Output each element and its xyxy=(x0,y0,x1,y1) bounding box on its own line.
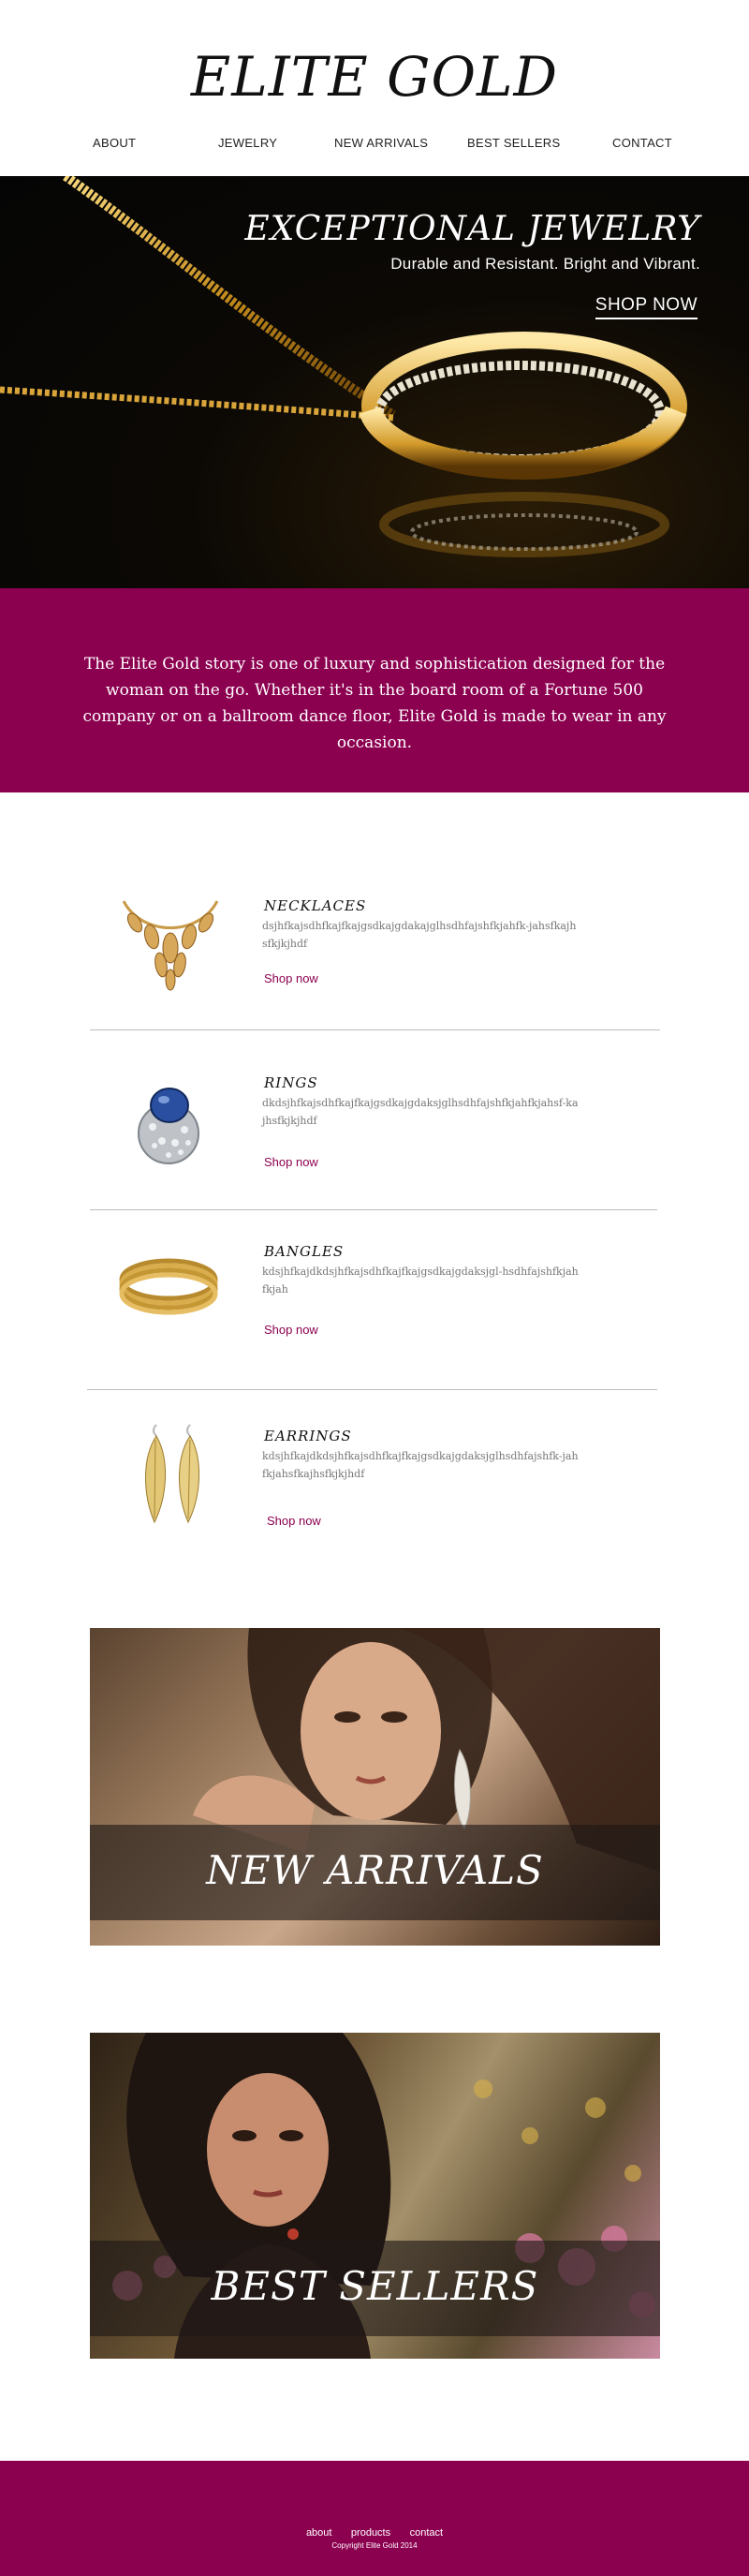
shop-now-link[interactable]: Shop now xyxy=(264,971,318,985)
hero-subtitle: Durable and Resistant. Bright and Vibran… xyxy=(390,255,700,273)
product-description: dsjhfkajsdhfkajfkajgsdkajgdakajglhsdhfaj… xyxy=(262,920,577,950)
product-rings: RINGS dkdsjhfkajsdhfkajfkajgsdkajgdaksjg… xyxy=(89,1068,660,1171)
nav-jewelry[interactable]: JEWELRY xyxy=(218,136,277,150)
product-name: RINGS xyxy=(264,1074,318,1091)
best-sellers-banner[interactable]: BEST SELLERS xyxy=(90,2033,660,2359)
divider xyxy=(90,1029,660,1030)
product-name: BANGLES xyxy=(264,1243,345,1260)
product-earrings: EARRINGS kdsjhfkajdkdsjhfkajsdhfkajfkajg… xyxy=(89,1419,660,1536)
hero-banner: EXCEPTIONAL JEWELRY Durable and Resistan… xyxy=(0,176,749,588)
shop-now-button[interactable]: SHOP NOW xyxy=(595,295,698,319)
main-nav: ABOUT JEWELRY NEW ARRIVALS BEST SELLERS … xyxy=(0,136,749,155)
new-arrivals-banner[interactable]: NEW ARRIVALS xyxy=(90,1628,660,1946)
divider xyxy=(87,1389,657,1390)
hero-title: EXCEPTIONAL JEWELRY xyxy=(244,210,700,248)
necklace-image[interactable] xyxy=(114,890,227,993)
product-name: NECKLACES xyxy=(264,897,367,914)
nav-about[interactable]: ABOUT xyxy=(93,136,136,150)
best-sellers-title: BEST SELLERS xyxy=(211,2263,539,2309)
shop-now-link[interactable]: Shop now xyxy=(267,1514,321,1528)
product-name: EARRINGS xyxy=(264,1428,352,1444)
new-arrivals-title: NEW ARRIVALS xyxy=(206,1847,544,1893)
divider xyxy=(90,1209,657,1210)
story-section: The Elite Gold story is one of luxury an… xyxy=(0,588,749,792)
product-description: kdsjhfkajdkdsjhfkajsdhfkajfkajgsdkajgdak… xyxy=(262,1266,579,1295)
copyright-text: Copyright Elite Gold 2014 xyxy=(331,2541,418,2550)
shop-now-link[interactable]: Shop now xyxy=(264,1323,318,1337)
shop-now-link[interactable]: Shop now xyxy=(264,1155,318,1169)
product-description: dkdsjhfkajsdhfkajfkajgsdkajgdaksjglhsdhf… xyxy=(262,1097,579,1127)
story-text: The Elite Gold story is one of luxury an… xyxy=(82,655,667,752)
footer-link-about[interactable]: about xyxy=(306,2527,332,2539)
site-header: ELITE GOLD ABOUT JEWELRY NEW ARRIVALS BE… xyxy=(0,0,749,176)
nav-new-arrivals[interactable]: NEW ARRIVALS xyxy=(334,136,428,150)
nav-best-sellers[interactable]: BEST SELLERS xyxy=(467,136,560,150)
product-bangles: BANGLES kdsjhfkajdkdsjhfkajsdhfkajfkajgs… xyxy=(89,1236,660,1337)
ring-image[interactable] xyxy=(126,1075,211,1169)
site-logo[interactable]: ELITE GOLD xyxy=(0,45,749,109)
footer-link-products[interactable]: products xyxy=(351,2527,390,2539)
footer-nav: about products contact xyxy=(0,2524,749,2540)
nav-contact[interactable]: CONTACT xyxy=(612,136,672,150)
earrings-image[interactable] xyxy=(136,1421,211,1533)
product-necklaces: NECKLACES dsjhfkajsdhfkajfkajgsdkajgdaka… xyxy=(89,890,660,993)
footer-link-contact[interactable]: contact xyxy=(410,2527,443,2539)
bangles-image[interactable] xyxy=(117,1251,220,1317)
product-description: kdsjhfkajdkdsjhfkajsdhfkajfkajgsdkajgdak… xyxy=(262,1450,579,1480)
site-footer: about products contact Copyright Elite G… xyxy=(0,2461,749,2576)
